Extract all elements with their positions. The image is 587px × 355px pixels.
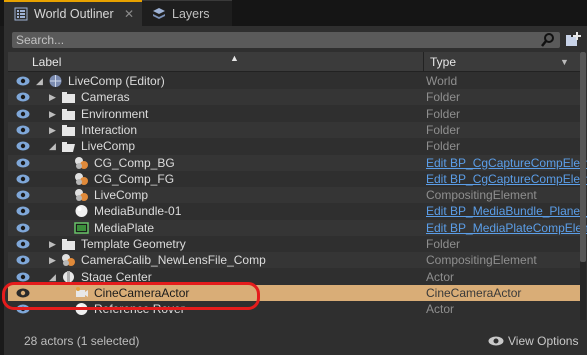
row-type: Actor xyxy=(426,302,455,317)
edit-blueprint-link[interactable]: Edit BP_CgCaptureCompElement xyxy=(426,172,587,186)
actor-count: 28 actors (1 selected) xyxy=(24,334,140,348)
edit-blueprint-link[interactable]: Edit BP_MediaPlateCompElement xyxy=(426,221,587,235)
visibility-eye-icon[interactable] xyxy=(16,173,30,185)
expand-arrow-right-icon[interactable]: ▶ xyxy=(49,238,59,250)
column-header: Label ▲ Type ▼ xyxy=(8,52,584,72)
tab-world-outliner[interactable]: World Outliner ✕ xyxy=(4,0,142,26)
visibility-eye-icon[interactable] xyxy=(16,108,30,120)
outliner-row[interactable]: LiveComp CompositingElement xyxy=(8,187,584,204)
sort-ascending-icon[interactable]: ▲ xyxy=(230,53,239,63)
tab-layers[interactable]: Layers xyxy=(142,0,232,26)
scrollbar-thumb[interactable] xyxy=(580,52,586,262)
tab-label: Layers xyxy=(172,6,210,21)
expand-arrow-down-icon[interactable]: ◢ xyxy=(36,75,46,87)
visibility-eye-icon[interactable] xyxy=(16,254,30,266)
column-type-header[interactable]: Type xyxy=(430,55,456,69)
folder-open-icon xyxy=(62,142,75,153)
row-type: World xyxy=(426,74,458,88)
row-label: CameraCalib_NewLensFile_Comp xyxy=(81,253,266,268)
row-label: MediaBundle-01 xyxy=(94,204,182,219)
row-label: CG_Comp_FG xyxy=(94,171,175,186)
expand-arrow-right-icon[interactable]: ▶ xyxy=(49,254,59,266)
outliner-row[interactable]: MediaPlate Edit BP_MediaPlateCompElement xyxy=(8,219,587,236)
visibility-eye-icon[interactable] xyxy=(16,205,30,217)
close-icon[interactable]: ✕ xyxy=(124,7,134,21)
outliner-row[interactable]: ◢ LiveComp (Editor) World xyxy=(8,73,584,89)
row-type: Actor xyxy=(426,269,455,284)
visibility-eye-icon[interactable] xyxy=(16,91,30,103)
column-menu-icon[interactable]: ▼ xyxy=(560,57,569,67)
row-label: Cameras xyxy=(81,90,130,105)
view-options-button[interactable]: View Options xyxy=(488,334,578,348)
world-icon xyxy=(49,75,62,87)
expand-arrow-down-icon[interactable]: ◢ xyxy=(49,140,59,152)
tab-label: World Outliner xyxy=(34,7,114,21)
folder-icon xyxy=(62,108,75,120)
row-type: CineCameraActor xyxy=(426,285,522,300)
visibility-eye-icon[interactable] xyxy=(16,157,30,169)
composite-icon xyxy=(75,189,88,202)
visibility-eye-icon[interactable] xyxy=(16,189,30,201)
outliner-row[interactable]: ▶ Cameras Folder xyxy=(8,89,584,106)
outliner-row[interactable]: ▶ Environment Folder xyxy=(8,106,584,122)
row-type: Folder xyxy=(426,106,461,121)
expand-arrow-right-icon[interactable]: ▶ xyxy=(49,124,59,136)
visibility-eye-icon[interactable] xyxy=(16,140,30,152)
outliner-row[interactable]: CG_Comp_FG Edit BP_CgCaptureCompElement xyxy=(8,171,587,187)
expand-arrow-right-icon[interactable]: ▶ xyxy=(49,91,59,103)
layers-icon xyxy=(153,7,165,19)
row-type: Folder xyxy=(426,90,461,105)
folder-icon xyxy=(62,124,75,136)
composite-icon xyxy=(75,172,88,185)
add-folder-icon[interactable] xyxy=(564,31,582,49)
row-label: Environment xyxy=(81,106,149,121)
row-type: CompositingElement xyxy=(426,188,537,203)
visibility-eye-icon[interactable] xyxy=(16,75,30,87)
row-type: Folder xyxy=(426,122,461,137)
visibility-eye-icon[interactable] xyxy=(16,222,30,234)
visibility-eye-icon[interactable] xyxy=(16,238,30,250)
outliner-row[interactable]: ▶ Template Geometry Folder xyxy=(8,236,584,252)
mediaplate-icon xyxy=(74,221,89,234)
sphere-icon xyxy=(75,205,88,218)
folder-icon xyxy=(62,92,75,104)
view-options-label: View Options xyxy=(508,334,579,348)
outliner-row[interactable]: MediaBundle-01 Edit BP_MediaBundle_Plane_… xyxy=(8,203,587,219)
outliner-icon xyxy=(14,7,28,21)
column-label-header[interactable]: Label xyxy=(32,55,61,69)
outliner-row[interactable]: CG_Comp_BG Edit BP_CgCaptureCompElement xyxy=(8,154,587,171)
vertical-scrollbar[interactable] xyxy=(580,52,586,320)
row-label: LiveComp xyxy=(81,139,136,154)
row-type: CompositingElement xyxy=(426,253,537,268)
outliner-row[interactable]: ▶ Interaction Folder xyxy=(8,121,584,138)
row-type: Folder xyxy=(426,139,461,154)
row-label: Interaction xyxy=(81,122,138,137)
search-box xyxy=(12,32,560,48)
status-bar: 28 actors (1 selected) View Options xyxy=(8,328,584,352)
outliner-row[interactable]: ◢ LiveComp Folder xyxy=(8,138,584,154)
eye-icon xyxy=(488,336,504,346)
visibility-eye-icon[interactable] xyxy=(16,271,30,283)
expand-arrow-right-icon[interactable]: ▶ xyxy=(49,108,59,120)
edit-blueprint-link[interactable]: Edit BP_CgCaptureCompElement xyxy=(426,156,587,170)
selection-highlight-ring xyxy=(2,282,260,310)
folder-icon xyxy=(62,239,75,250)
search-input[interactable] xyxy=(12,32,537,48)
edit-blueprint-link[interactable]: Edit BP_MediaBundle_Plane_16 xyxy=(426,204,587,218)
row-type: Folder xyxy=(426,237,461,251)
expand-arrow-down-icon[interactable]: ◢ xyxy=(49,271,59,283)
visibility-eye-icon[interactable] xyxy=(16,124,30,136)
tab-bar: World Outliner ✕ Layers xyxy=(0,0,587,26)
column-divider[interactable] xyxy=(423,52,424,72)
composite-icon xyxy=(75,156,88,169)
row-label: Template Geometry xyxy=(81,237,186,251)
outliner-row[interactable]: ▶ CameraCalib_NewLensFile_Comp Compositing… xyxy=(8,252,584,269)
search-icon[interactable] xyxy=(540,32,556,48)
row-label: MediaPlate xyxy=(94,220,155,235)
row-label: LiveComp xyxy=(94,188,149,203)
composite-icon xyxy=(62,254,75,267)
row-label: LiveComp (Editor) xyxy=(68,74,165,88)
row-label: CG_Comp_BG xyxy=(94,155,175,170)
